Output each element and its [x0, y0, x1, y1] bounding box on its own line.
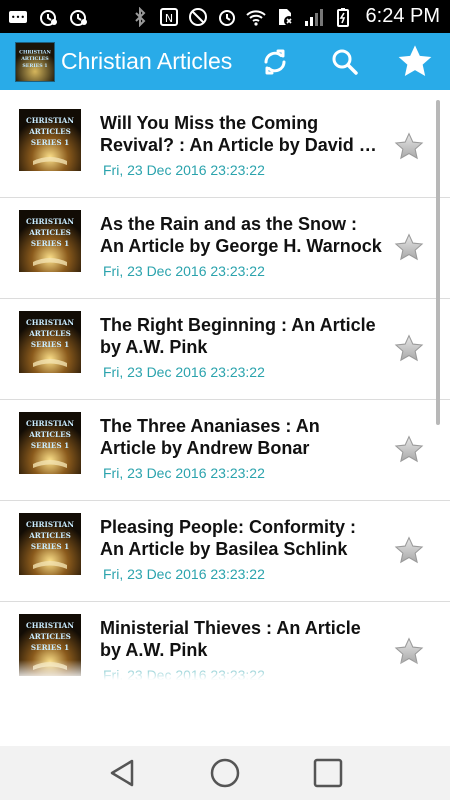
bluetooth-icon — [134, 6, 145, 27]
thumbnail-text: CHRISTIAN — [26, 419, 74, 428]
thumbnail-text: ARTICLES — [28, 329, 71, 338]
thumbnail-text: SERIES 1 — [31, 138, 69, 147]
favorite-star-icon[interactable] — [393, 333, 425, 365]
svg-text:CHRISTIAN: CHRISTIAN — [19, 49, 51, 55]
home-icon — [210, 758, 240, 788]
article-row[interactable]: CHRISTIAN ARTICLES SERIES 1 As the Rain and… — [0, 198, 450, 299]
notification-icon: ••• — [9, 10, 27, 23]
article-row[interactable]: CHRISTIAN ARTICLES SERIES 1 The Three Anani… — [0, 400, 450, 501]
article-thumbnail: CHRISTIAN ARTICLES SERIES 1 — [19, 412, 81, 474]
wifi-icon — [245, 9, 266, 26]
article-thumbnail: CHRISTIAN ARTICLES SERIES 1 — [19, 311, 81, 373]
article-row[interactable]: CHRISTIAN ARTICLES SERIES 1 Will You Miss t… — [0, 97, 450, 198]
status-left-icons: ••• — [0, 7, 88, 27]
article-date: Fri, 23 Dec 2016 23:23:22 — [103, 566, 265, 582]
svg-text:N: N — [164, 12, 172, 25]
article-date: Fri, 23 Dec 2016 23:23:22 — [103, 263, 265, 279]
svg-text:SERIES 1: SERIES 1 — [22, 62, 47, 68]
no-sim-icon — [278, 8, 294, 26]
list-fade — [0, 660, 450, 680]
article-title-line: by A.W. Pink — [100, 337, 208, 357]
article-title: The Right Beginning : An Article by A.W. … — [100, 314, 385, 358]
app-bar-actions — [240, 33, 450, 90]
article-title-line: An Article by George H. Warnock — [100, 236, 382, 256]
favorites-button[interactable] — [380, 33, 450, 90]
thumbnail-text: CHRISTIAN — [26, 520, 74, 529]
article-title-line: by A.W. Pink — [100, 640, 208, 660]
thumbnail-text: SERIES 1 — [31, 643, 69, 652]
app-title: Christian Articles — [61, 48, 233, 74]
thumbnail-text: SERIES 1 — [31, 441, 69, 450]
recents-button[interactable] — [308, 753, 348, 793]
refresh-button[interactable] — [240, 33, 310, 90]
article-title: The Three Ananiases : An Article by Andre… — [100, 415, 385, 459]
thumbnail-text: ARTICLES — [28, 632, 71, 641]
thumbnail-text: SERIES 1 — [31, 340, 69, 349]
article-title-line: As the Rain and as the Snow : — [100, 214, 358, 234]
article-row[interactable]: CHRISTIAN ARTICLES SERIES 1 Pleasing People… — [0, 501, 450, 602]
home-button[interactable] — [205, 753, 245, 793]
battery-charging-icon — [336, 7, 349, 27]
thumbnail-text: SERIES 1 — [31, 542, 69, 551]
favorites-star-icon — [398, 44, 432, 76]
article-title-line: Pleasing People: Conformity : — [100, 517, 357, 537]
article-title-line: Will You Miss the Coming — [100, 113, 319, 133]
search-icon — [332, 49, 358, 75]
article-title-line: The Right Beginning : An Article — [100, 315, 376, 335]
favorite-star-icon[interactable] — [393, 131, 425, 163]
article-title: As the Rain and as the Snow : An Article … — [100, 213, 385, 257]
favorite-star-icon[interactable] — [393, 232, 425, 264]
svg-text:•••: ••• — [11, 13, 25, 22]
favorite-star-icon[interactable] — [393, 434, 425, 466]
thumbnail-text: ARTICLES — [28, 430, 71, 439]
recents-icon — [314, 758, 343, 788]
app-bar: CHRISTIAN ARTICLES SERIES 1 Christian Ar… — [0, 33, 450, 90]
status-bar: ••• N 6:24 PM — [0, 0, 450, 33]
alarm-icon — [40, 9, 57, 26]
clock: 6:24 PM — [365, 5, 440, 27]
article-title: Pleasing People: Conformity : An Article … — [100, 516, 385, 560]
thumbnail-text: SERIES 1 — [31, 239, 69, 248]
status-right-icons: N 6:24 PM — [130, 5, 450, 28]
thumbnail-text: ARTICLES — [28, 531, 71, 540]
nfc-icon: N — [159, 7, 178, 26]
thumbnail-text: CHRISTIAN — [26, 217, 74, 226]
refresh-icon — [264, 49, 286, 74]
app-logo[interactable]: CHRISTIAN ARTICLES SERIES 1 — [15, 41, 55, 82]
article-title-line: Ministerial Thieves : An Article — [100, 618, 361, 638]
svg-text:ARTICLES: ARTICLES — [20, 56, 49, 62]
thumbnail-text: CHRISTIAN — [26, 318, 74, 327]
alarm-icon — [218, 9, 235, 26]
article-title-line: Article by Andrew Bonar — [100, 438, 310, 458]
article-list-inner: CHRISTIAN ARTICLES SERIES 1 Will You Miss t… — [0, 97, 450, 680]
article-title-line: An Article by Basilea Schlink — [100, 539, 348, 559]
article-list[interactable]: CHRISTIAN ARTICLES SERIES 1 Will You Miss t… — [0, 90, 450, 680]
article-title: Will You Miss the Coming Revival? : An Ar… — [100, 112, 385, 156]
thumbnail-text: ARTICLES — [28, 127, 71, 136]
thumbnail-text: CHRISTIAN — [26, 621, 74, 630]
alarm-icon — [70, 9, 87, 26]
article-title-line: The Three Ananiases : An — [100, 416, 320, 436]
article-thumbnail: CHRISTIAN ARTICLES SERIES 1 — [19, 109, 81, 171]
article-row[interactable]: CHRISTIAN ARTICLES SERIES 1 The Right Begin… — [0, 299, 450, 400]
article-date: Fri, 23 Dec 2016 23:23:22 — [103, 162, 265, 178]
thumbnail-text: ARTICLES — [28, 228, 71, 237]
article-thumbnail: CHRISTIAN ARTICLES SERIES 1 — [19, 513, 81, 575]
back-icon — [110, 759, 133, 787]
scrollbar[interactable] — [436, 100, 440, 425]
article-title: Ministerial Thieves : An Article by A.W. … — [100, 617, 385, 661]
signal-icon — [304, 8, 323, 26]
article-thumbnail: CHRISTIAN ARTICLES SERIES 1 — [19, 210, 81, 272]
thumbnail-text: CHRISTIAN — [26, 116, 74, 125]
mute-icon — [188, 7, 207, 26]
article-title-line: Revival? : An Article by David Wilkerson — [100, 135, 385, 155]
article-date: Fri, 23 Dec 2016 23:23:22 — [103, 465, 265, 481]
search-button[interactable] — [310, 33, 380, 90]
article-date: Fri, 23 Dec 2016 23:23:22 — [103, 364, 265, 380]
favorite-star-icon[interactable] — [393, 535, 425, 567]
back-button[interactable] — [102, 753, 142, 793]
nav-bar — [0, 746, 450, 800]
